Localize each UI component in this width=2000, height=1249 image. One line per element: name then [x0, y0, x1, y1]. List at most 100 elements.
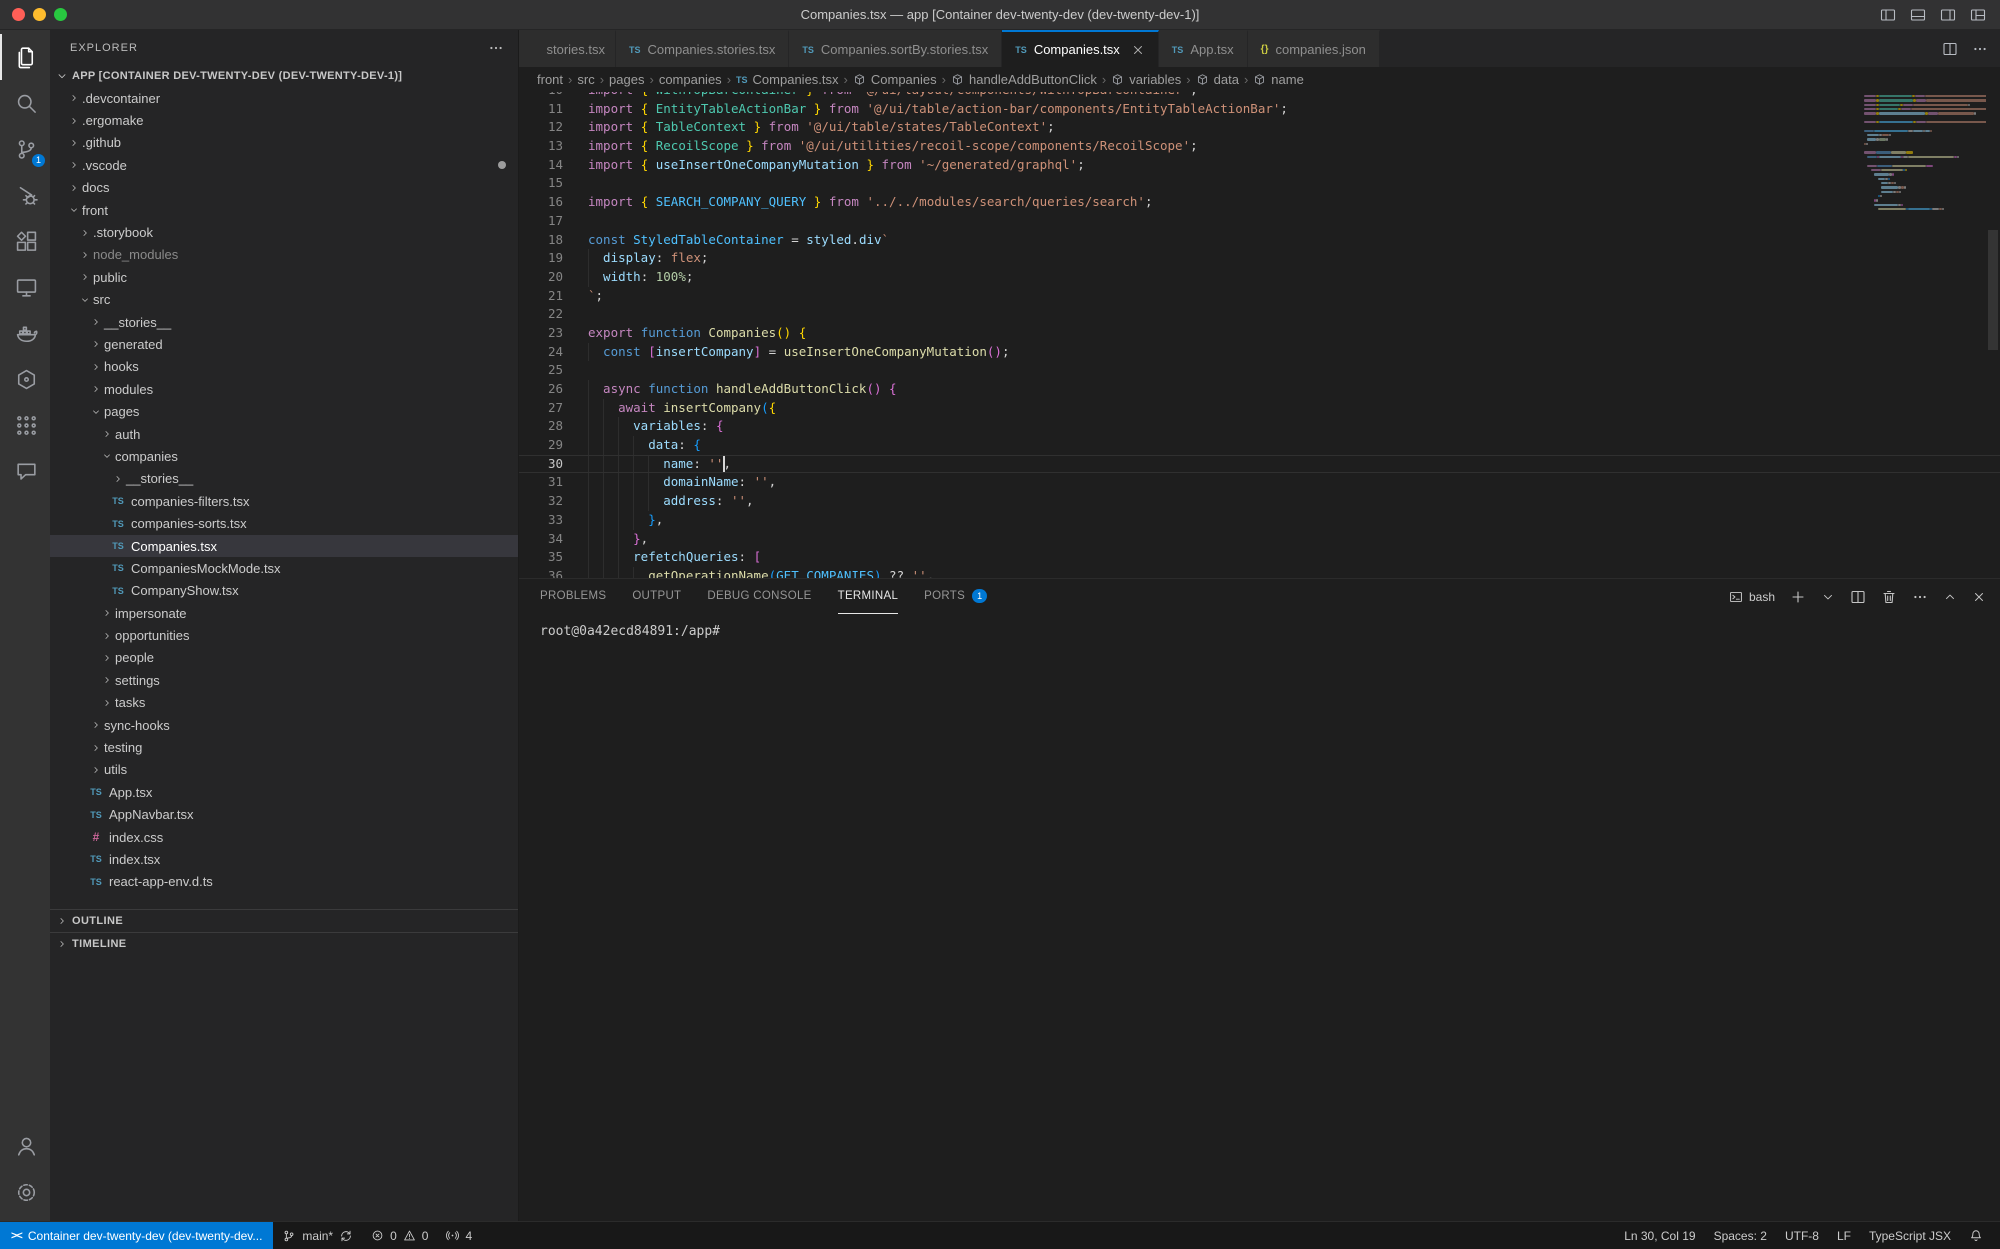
close-tab-icon[interactable] — [1131, 43, 1145, 57]
kill-terminal-icon[interactable] — [1881, 589, 1897, 605]
tree-item[interactable]: TSCompaniesMockMode.tsx — [50, 557, 518, 579]
editor-tab[interactable]: stories.tsx — [519, 30, 616, 67]
toggle-secondary-sidebar-icon[interactable] — [1940, 7, 1956, 23]
sidebar-section-timeline[interactable]: TIMELINE — [50, 932, 518, 955]
code-line[interactable]: 19display: flex; — [519, 249, 2000, 268]
activity-bar-item-search[interactable] — [0, 80, 50, 126]
tree-item[interactable]: modules — [50, 378, 518, 400]
zoom-window-button[interactable] — [54, 8, 67, 21]
activity-bar-item-grid[interactable] — [0, 402, 50, 448]
editor-more-actions-icon[interactable] — [1972, 41, 1988, 57]
tree-item[interactable]: TSAppNavbar.tsx — [50, 804, 518, 826]
code-line[interactable]: 16import { SEARCH_COMPANY_QUERY } from '… — [519, 193, 2000, 212]
code-line[interactable]: 24const [insertCompany] = useInsertOneCo… — [519, 343, 2000, 362]
breadcrumb-item[interactable]: front — [537, 72, 563, 87]
tree-item[interactable]: __stories__ — [50, 468, 518, 490]
editor-tab[interactable]: {}companies.json — [1248, 30, 1380, 67]
code-line[interactable]: 25 — [519, 361, 2000, 380]
code-line[interactable]: 22 — [519, 305, 2000, 324]
tree-item[interactable]: .ergomake — [50, 109, 518, 131]
tree-item[interactable]: opportunities — [50, 624, 518, 646]
tree-item[interactable]: TSCompanyShow.tsx — [50, 580, 518, 602]
tree-item[interactable]: settings — [50, 669, 518, 691]
activity-bar-item-run-and-debug[interactable] — [0, 172, 50, 218]
panel-tab-problems[interactable]: PROBLEMS — [540, 579, 606, 614]
code-line[interactable]: 34}, — [519, 530, 2000, 549]
tree-item[interactable]: TScompanies-filters.tsx — [50, 490, 518, 512]
explorer-root-folder[interactable]: APP [CONTAINER DEV-TWENTY-DEV (DEV-TWENT… — [50, 65, 518, 87]
editor-tab[interactable]: TSCompanies.tsx — [1002, 30, 1159, 67]
code-line[interactable]: 28variables: { — [519, 417, 2000, 436]
code-line[interactable]: 26async function handleAddButtonClick() … — [519, 380, 2000, 399]
toggle-primary-sidebar-icon[interactable] — [1880, 7, 1896, 23]
close-panel-icon[interactable] — [1972, 590, 1986, 604]
code-line[interactable]: 10import { WithTopBarContainer } from '@… — [519, 92, 2000, 100]
scrollbar-thumb[interactable] — [1988, 230, 1998, 350]
tree-item[interactable]: #index.css — [50, 826, 518, 848]
breadcrumb-item[interactable]: data — [1196, 72, 1239, 87]
panel-tab-terminal[interactable]: TERMINAL — [838, 579, 899, 614]
code-line[interactable]: 21`; — [519, 287, 2000, 306]
panel-tab-output[interactable]: OUTPUT — [632, 579, 681, 614]
breadcrumb-item[interactable]: name — [1253, 72, 1304, 87]
code-line[interactable]: 30name: '', — [519, 455, 2000, 474]
tree-item[interactable]: TSCompanies.tsx — [50, 535, 518, 557]
editor-tab[interactable]: TSApp.tsx — [1159, 30, 1248, 67]
breadcrumb-item[interactable]: Companies — [853, 72, 937, 87]
explorer-more-actions-icon[interactable] — [488, 40, 504, 56]
tree-item[interactable]: TSindex.tsx — [50, 848, 518, 870]
activity-bar-item-docker[interactable] — [0, 310, 50, 356]
tree-item[interactable]: generated — [50, 333, 518, 355]
tree-item[interactable]: docs — [50, 177, 518, 199]
tree-item[interactable]: tasks — [50, 692, 518, 714]
editor-scrollbar[interactable] — [1986, 92, 2000, 578]
breadcrumb-item[interactable]: TSCompanies.tsx — [736, 72, 839, 87]
breadcrumb-item[interactable]: src — [577, 72, 594, 87]
new-terminal-icon[interactable] — [1790, 589, 1806, 605]
minimap[interactable] — [1864, 94, 1986, 578]
panel-more-actions-icon[interactable] — [1912, 589, 1928, 605]
code-line[interactable]: 36getOperationName(GET_COMPANIES) ?? '', — [519, 567, 2000, 578]
tree-item[interactable]: companies — [50, 445, 518, 467]
activity-bar-item-account[interactable] — [0, 1123, 50, 1169]
branch-indicator[interactable]: main* — [273, 1222, 362, 1249]
code-line[interactable]: 23export function Companies() { — [519, 324, 2000, 343]
code-line[interactable]: 31domainName: '', — [519, 473, 2000, 492]
split-editor-icon[interactable] — [1942, 41, 1958, 57]
tree-item[interactable]: .vscode — [50, 154, 518, 176]
maximize-panel-icon[interactable] — [1943, 590, 1957, 604]
cursor-position-indicator[interactable]: Ln 30, Col 19 — [1615, 1222, 1704, 1249]
code-line[interactable]: 12import { TableContext } from '@/ui/tab… — [519, 118, 2000, 137]
tree-item[interactable]: .storybook — [50, 221, 518, 243]
notifications-bell[interactable] — [1960, 1222, 1992, 1249]
terminal-dropdown-chevron-icon[interactable] — [1821, 590, 1835, 604]
activity-bar-item-remote-explorer[interactable] — [0, 264, 50, 310]
minimize-window-button[interactable] — [33, 8, 46, 21]
remote-indicator[interactable]: >< Container dev-twenty-dev (dev-twenty-… — [0, 1222, 273, 1249]
tree-item[interactable]: TSApp.tsx — [50, 781, 518, 803]
activity-bar-item-graphql[interactable] — [0, 356, 50, 402]
tree-item[interactable]: impersonate — [50, 602, 518, 624]
panel-tab-ports[interactable]: PORTS1 — [924, 579, 987, 614]
code-editor[interactable]: 10import { WithTopBarContainer } from '@… — [519, 92, 2000, 578]
tree-item[interactable]: front — [50, 199, 518, 221]
activity-bar-item-settings[interactable] — [0, 1169, 50, 1215]
sidebar-section-outline[interactable]: OUTLINE — [50, 909, 518, 932]
tree-item[interactable]: __stories__ — [50, 311, 518, 333]
ports-indicator[interactable]: 4 — [437, 1222, 481, 1249]
tree-item[interactable]: .devcontainer — [50, 87, 518, 109]
tree-item[interactable]: auth — [50, 423, 518, 445]
code-line[interactable]: 20width: 100%; — [519, 268, 2000, 287]
tree-item[interactable]: TScompanies-sorts.tsx — [50, 512, 518, 534]
tree-item[interactable]: src — [50, 289, 518, 311]
code-line[interactable]: 32address: '', — [519, 492, 2000, 511]
activity-bar-item-extensions[interactable] — [0, 218, 50, 264]
tree-item[interactable]: node_modules — [50, 244, 518, 266]
problems-indicator[interactable]: 0 0 — [362, 1222, 437, 1249]
split-terminal-icon[interactable] — [1850, 589, 1866, 605]
breadcrumb-item[interactable]: handleAddButtonClick — [951, 72, 1097, 87]
code-line[interactable]: 17 — [519, 212, 2000, 231]
breadcrumb-item[interactable]: companies — [659, 72, 722, 87]
tree-item[interactable]: TSreact-app-env.d.ts — [50, 871, 518, 893]
toggle-panel-icon[interactable] — [1910, 7, 1926, 23]
